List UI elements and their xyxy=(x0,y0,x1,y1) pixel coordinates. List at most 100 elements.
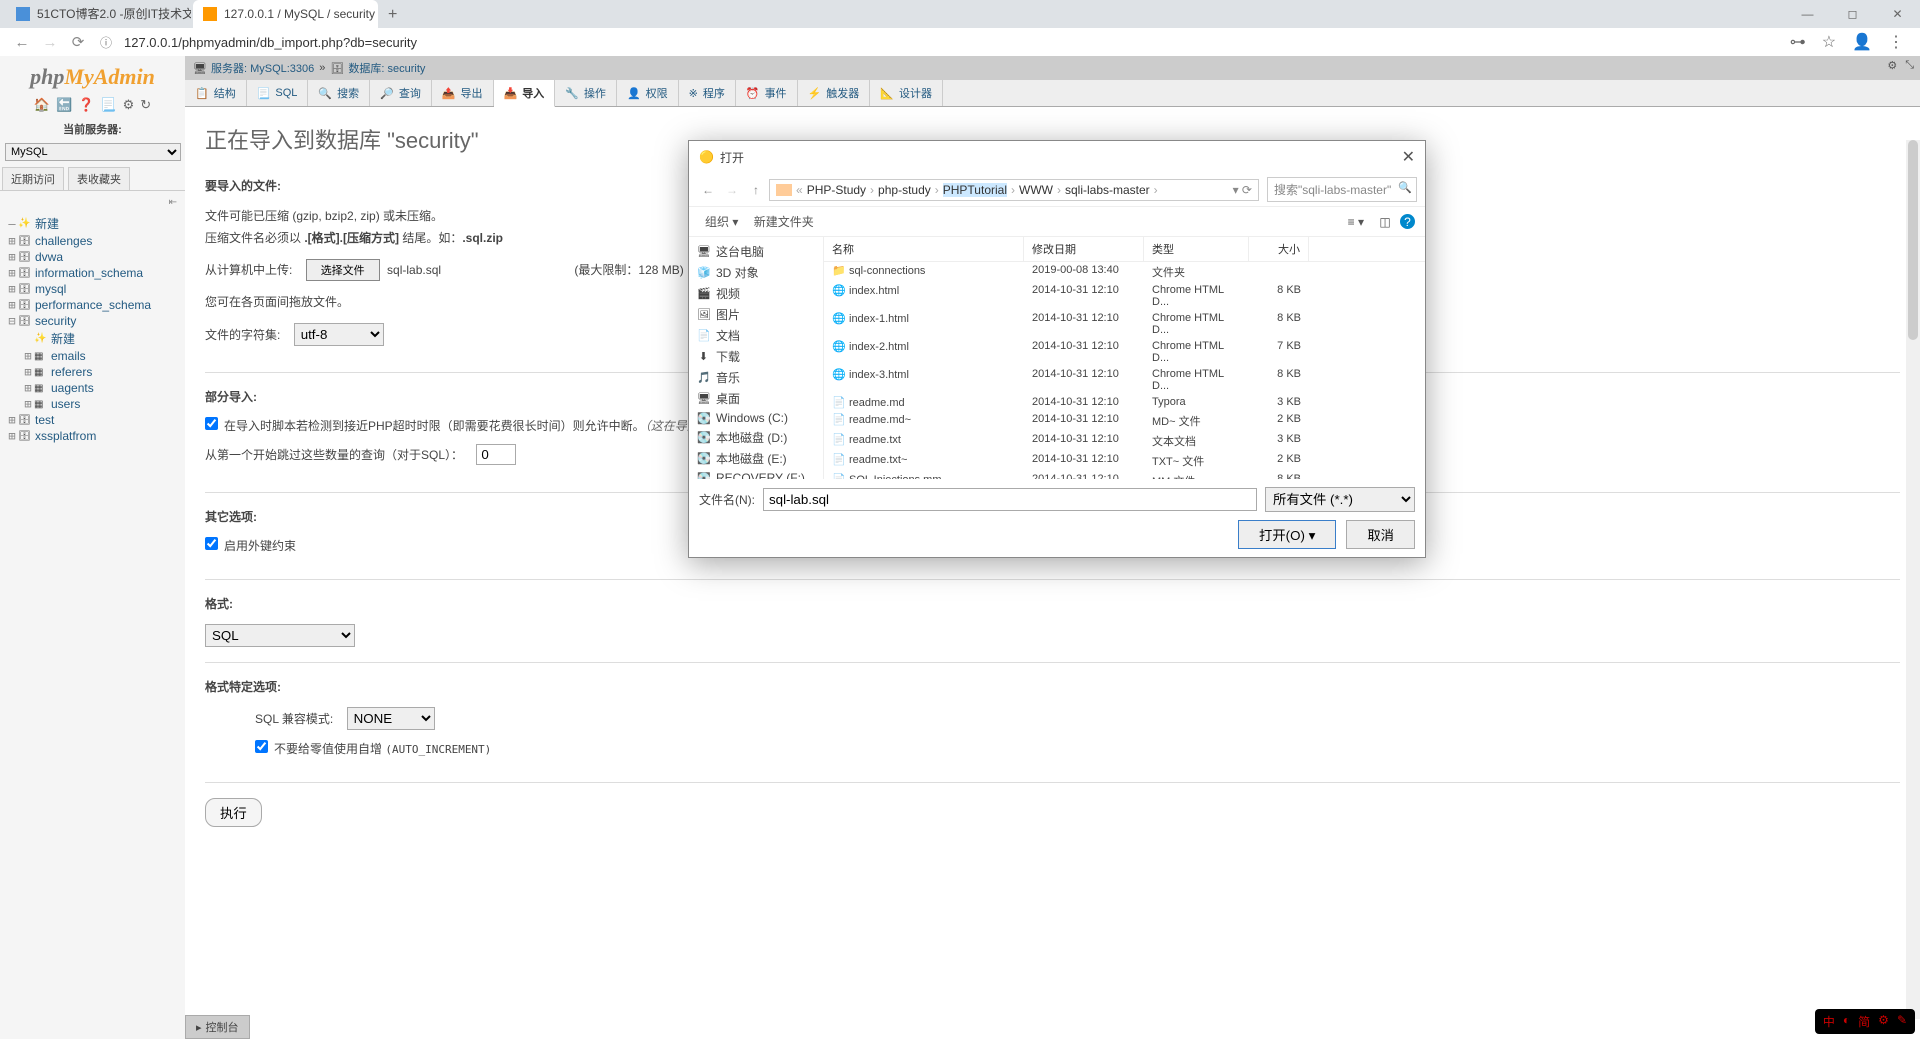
maximize-button[interactable]: ◻ xyxy=(1830,0,1875,28)
tree-item-新建[interactable]: ✨新建 xyxy=(0,329,185,348)
tree-db-information_schema[interactable]: ⊞🗄information_schema xyxy=(0,265,185,281)
path-refresh-icon[interactable]: ▾ ⟳ xyxy=(1233,183,1252,197)
breadcrumb-server[interactable]: 服务器: MySQL:3306 xyxy=(211,60,314,76)
menu-icon[interactable]: ⋮ xyxy=(1888,32,1904,52)
tree-db-xssplatfrom[interactable]: ⊞🗄xssplatfrom xyxy=(0,428,185,444)
dialog-tree-item[interactable]: 📄文档 xyxy=(689,325,823,346)
organize-button[interactable]: 组织 ▾ xyxy=(699,215,744,229)
file-row[interactable]: 📄readme.md2014-10-31 12:10Typora3 KB xyxy=(824,394,1425,411)
breadcrumb-database[interactable]: 数据库: security xyxy=(348,60,425,76)
tree-db-performance_schema[interactable]: ⊞🗄performance_schema xyxy=(0,297,185,313)
tab-sql[interactable]: 📃SQL xyxy=(247,80,309,106)
tab-events[interactable]: ⏰事件 xyxy=(736,80,798,106)
tab-import[interactable]: 📥导入 xyxy=(494,80,556,107)
tree-item-referers[interactable]: ⊞▦referers xyxy=(0,364,185,380)
format-select[interactable]: SQL xyxy=(205,624,355,647)
path-segment[interactable]: PHP-Study xyxy=(807,183,866,197)
filename-input[interactable] xyxy=(763,488,1257,511)
server-select[interactable]: MySQL xyxy=(5,143,181,161)
tree-item-emails[interactable]: ⊞▦emails xyxy=(0,348,185,364)
tab-triggers[interactable]: ⚡触发器 xyxy=(798,80,871,106)
gear-icon[interactable]: ⚙ xyxy=(1887,59,1897,72)
tree-db-security[interactable]: ⊟🗄security xyxy=(0,313,185,329)
close-window-button[interactable]: ✕ xyxy=(1875,0,1920,28)
file-row[interactable]: 📄readme.md~2014-10-31 12:10MD~ 文件2 KB xyxy=(824,411,1425,431)
file-filter-select[interactable]: 所有文件 (*.*) xyxy=(1265,487,1415,512)
choose-file-button[interactable]: 选择文件 xyxy=(306,259,380,281)
tree-new[interactable]: —✨新建 xyxy=(0,214,185,233)
path-segment[interactable]: PHPTutorial xyxy=(943,183,1007,197)
tab-query[interactable]: 🔎查询 xyxy=(370,80,432,106)
file-row[interactable]: 🌐index-3.html2014-10-31 12:10Chrome HTML… xyxy=(824,366,1425,394)
tab-designer[interactable]: 📐设计器 xyxy=(870,80,943,106)
console-tab[interactable]: ▸控制台 xyxy=(185,1015,250,1039)
view-icon[interactable]: ≡ ▾ xyxy=(1342,215,1370,229)
key-icon[interactable]: ⊶ xyxy=(1790,32,1806,52)
tree-db-challenges[interactable]: ⊞🗄challenges xyxy=(0,233,185,249)
file-row[interactable]: 🌐index-2.html2014-10-31 12:10Chrome HTML… xyxy=(824,338,1425,366)
tab-favorites[interactable]: 表收藏夹 xyxy=(68,167,130,190)
tab-operations[interactable]: 🔧操作 xyxy=(555,80,617,106)
dialog-tree-item[interactable]: 🖥这台电脑 xyxy=(689,241,823,262)
browser-tab-2[interactable]: 127.0.0.1 / MySQL / security | × xyxy=(193,0,378,28)
dialog-tree-item[interactable]: 💽本地磁盘 (E:) xyxy=(689,448,823,469)
ime-status-bar[interactable]: 中 ◐ 简 ⚙ ✎ xyxy=(1815,1009,1915,1034)
cancel-button[interactable]: 取消 xyxy=(1346,520,1415,549)
minimize-button[interactable]: — xyxy=(1785,0,1830,28)
dialog-tree-item[interactable]: 🖥桌面 xyxy=(689,388,823,409)
dialog-tree-item[interactable]: 🎬视频 xyxy=(689,283,823,304)
fk-checkbox[interactable] xyxy=(205,537,218,550)
profile-icon[interactable]: 👤 xyxy=(1852,32,1872,52)
col-name[interactable]: 名称 xyxy=(824,237,1024,261)
collapse-panel-icon[interactable]: ⇤ xyxy=(0,191,185,210)
tab-search[interactable]: 🔍搜索 xyxy=(308,80,370,106)
col-date[interactable]: 修改日期 xyxy=(1024,237,1144,261)
tab-recent[interactable]: 近期访问 xyxy=(2,167,64,190)
dialog-close-button[interactable]: ✕ xyxy=(1402,147,1415,167)
dialog-forward-button[interactable]: → xyxy=(721,183,743,197)
skip-input[interactable] xyxy=(476,444,516,465)
docs-icon[interactable]: ❓ xyxy=(78,97,94,113)
url-field[interactable]: ⓘ 127.0.0.1/phpmyadmin/db_import.php?db=… xyxy=(92,34,1790,51)
preview-pane-icon[interactable]: ◫ xyxy=(1373,215,1396,229)
dialog-tree-item[interactable]: ⬇下载 xyxy=(689,346,823,367)
main-scrollbar[interactable] xyxy=(1906,140,1920,1019)
dialog-tree-item[interactable]: 🎵音乐 xyxy=(689,367,823,388)
tree-item-uagents[interactable]: ⊞▦uagents xyxy=(0,380,185,396)
file-row[interactable]: 🌐index.html2014-10-31 12:10Chrome HTML D… xyxy=(824,282,1425,310)
partial-checkbox[interactable] xyxy=(205,417,218,430)
file-row[interactable]: 📄readme.txt2014-10-31 12:10文本文档3 KB xyxy=(824,431,1425,451)
tree-db-mysql[interactable]: ⊞🗄mysql xyxy=(0,281,185,297)
file-row[interactable]: 🌐index-1.html2014-10-31 12:10Chrome HTML… xyxy=(824,310,1425,338)
dialog-tree-item[interactable]: 💽Windows (C:) xyxy=(689,409,823,427)
back-button[interactable]: ← xyxy=(8,28,36,56)
bookmark-icon[interactable]: ☆ xyxy=(1822,32,1836,52)
dialog-search-input[interactable]: 搜索"sqli-labs-master" xyxy=(1267,177,1417,202)
charset-select[interactable]: utf-8 xyxy=(294,323,384,346)
help-icon[interactable]: ? xyxy=(1400,214,1415,229)
dialog-tree-item[interactable]: 🧊3D 对象 xyxy=(689,262,823,283)
autoinc-checkbox[interactable] xyxy=(255,740,268,753)
submit-button[interactable]: 执行 xyxy=(205,798,262,827)
sql-icon[interactable]: 📃 xyxy=(100,97,116,113)
dialog-up-button[interactable]: ↑ xyxy=(745,183,767,197)
tab-export[interactable]: 📤导出 xyxy=(432,80,494,106)
file-row[interactable]: 📄SQL Injections.mm2014-10-31 12:10MM 文件8… xyxy=(824,471,1425,479)
reload-nav-icon[interactable]: ↻ xyxy=(140,97,151,113)
col-type[interactable]: 类型 xyxy=(1144,237,1249,261)
tree-item-users[interactable]: ⊞▦users xyxy=(0,396,185,412)
dialog-tree-item[interactable]: 💽RECOVERY (F:) xyxy=(689,469,823,479)
path-segment[interactable]: WWW xyxy=(1019,183,1053,197)
tree-db-test[interactable]: ⊞🗄test xyxy=(0,412,185,428)
settings-icon[interactable]: ⚙ xyxy=(123,97,135,113)
tab-structure[interactable]: 📋结构 xyxy=(185,80,247,106)
col-size[interactable]: 大小 xyxy=(1249,237,1309,261)
home-icon[interactable]: 🏠 xyxy=(34,97,50,113)
open-button[interactable]: 打开(O) ▾ xyxy=(1238,520,1336,549)
forward-button[interactable]: → xyxy=(36,28,64,56)
expand-icon[interactable]: ⤡ xyxy=(1905,59,1914,72)
dialog-back-button[interactable]: ← xyxy=(697,183,719,197)
logo[interactable]: phpMyAdmin xyxy=(0,56,185,94)
new-tab-button[interactable]: + xyxy=(380,2,405,28)
path-segment[interactable]: php-study xyxy=(878,183,931,197)
